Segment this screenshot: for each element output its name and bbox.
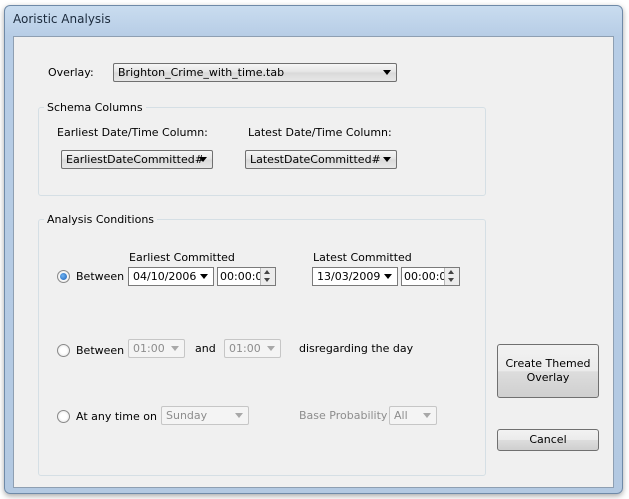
earliest-date-value: 04/10/2006 [133,270,197,283]
create-themed-overlay-button[interactable]: Create Themed Overlay [497,344,599,398]
spinner-buttons[interactable] [444,268,459,285]
chevron-down-icon [267,346,275,351]
base-probability-value: All [394,409,408,422]
any-time-on-radio[interactable] [57,410,70,423]
schema-columns-title: Schema Columns [44,101,146,114]
from-hour-dropdown[interactable]: 01:00 [128,339,185,358]
between-hours-radio[interactable] [57,344,70,357]
latest-column-value: LatestDateCommitted# [250,153,381,166]
chevron-down-icon [383,70,391,75]
chevron-down-icon [199,157,207,162]
cancel-button-label: Cancel [529,433,567,446]
analysis-conditions-title: Analysis Conditions [44,213,158,226]
and-label: and [195,342,216,355]
disregarding-day-label: disregarding the day [299,342,414,355]
day-value: Sunday [166,409,208,422]
base-probability-dropdown[interactable]: All [389,406,437,425]
chevron-down-icon [383,157,391,162]
chevron-down-icon [171,346,179,351]
title-bar[interactable]: Aoristic Analysis [5,6,622,34]
dialog-window: Aoristic Analysis Overlay: Brighton_Crim… [4,5,623,494]
base-probability-label: Base Probability [299,409,388,422]
overlay-dropdown[interactable]: Brighton_Crime_with_time.tab [113,63,397,82]
latest-date-value: 13/03/2009 [317,270,381,283]
create-button-line2: Overlay [526,371,570,384]
spin-up-icon[interactable] [448,270,454,274]
latest-committed-header: Latest Committed [313,251,412,264]
overlay-label: Overlay: [48,66,94,79]
earliest-column-dropdown[interactable]: EarliestDateCommitted# [61,150,213,169]
create-button-line1: Create Themed [505,357,591,370]
earliest-date-picker[interactable]: 04/10/2006 [128,267,214,286]
earliest-committed-header: Earliest Committed [129,251,235,264]
between-dates-label: Between [76,270,125,283]
latest-column-dropdown[interactable]: LatestDateCommitted# [245,150,397,169]
chevron-down-icon [235,413,243,418]
from-hour-value: 01:00 [133,342,165,355]
spinner-buttons[interactable] [260,268,275,285]
cancel-button[interactable]: Cancel [497,429,599,451]
to-hour-value: 01:00 [229,342,261,355]
to-hour-dropdown[interactable]: 01:00 [224,339,281,358]
earliest-column-label: Earliest Date/Time Column: [57,126,208,139]
overlay-value: Brighton_Crime_with_time.tab [118,66,285,79]
spin-up-icon[interactable] [264,270,270,274]
spin-down-icon[interactable] [264,278,270,282]
latest-column-label: Latest Date/Time Column: [248,126,392,139]
earliest-time-spinner[interactable]: 00:00:00 [217,267,276,286]
latest-date-picker[interactable]: 13/03/2009 [312,267,398,286]
day-dropdown[interactable]: Sunday [161,406,249,425]
between-hours-label: Between [76,344,125,357]
earliest-column-value: EarliestDateCommitted# [66,153,204,166]
dialog-body: Overlay: Brighton_Crime_with_time.tab Sc… [13,36,614,488]
chevron-down-icon [423,413,431,418]
window-title: Aoristic Analysis [13,12,111,26]
chevron-down-icon [200,274,208,279]
between-dates-radio[interactable] [57,270,70,283]
spin-down-icon[interactable] [448,278,454,282]
chevron-down-icon [384,274,392,279]
any-time-on-label: At any time on [76,410,157,423]
latest-time-spinner[interactable]: 00:00:00 [401,267,460,286]
